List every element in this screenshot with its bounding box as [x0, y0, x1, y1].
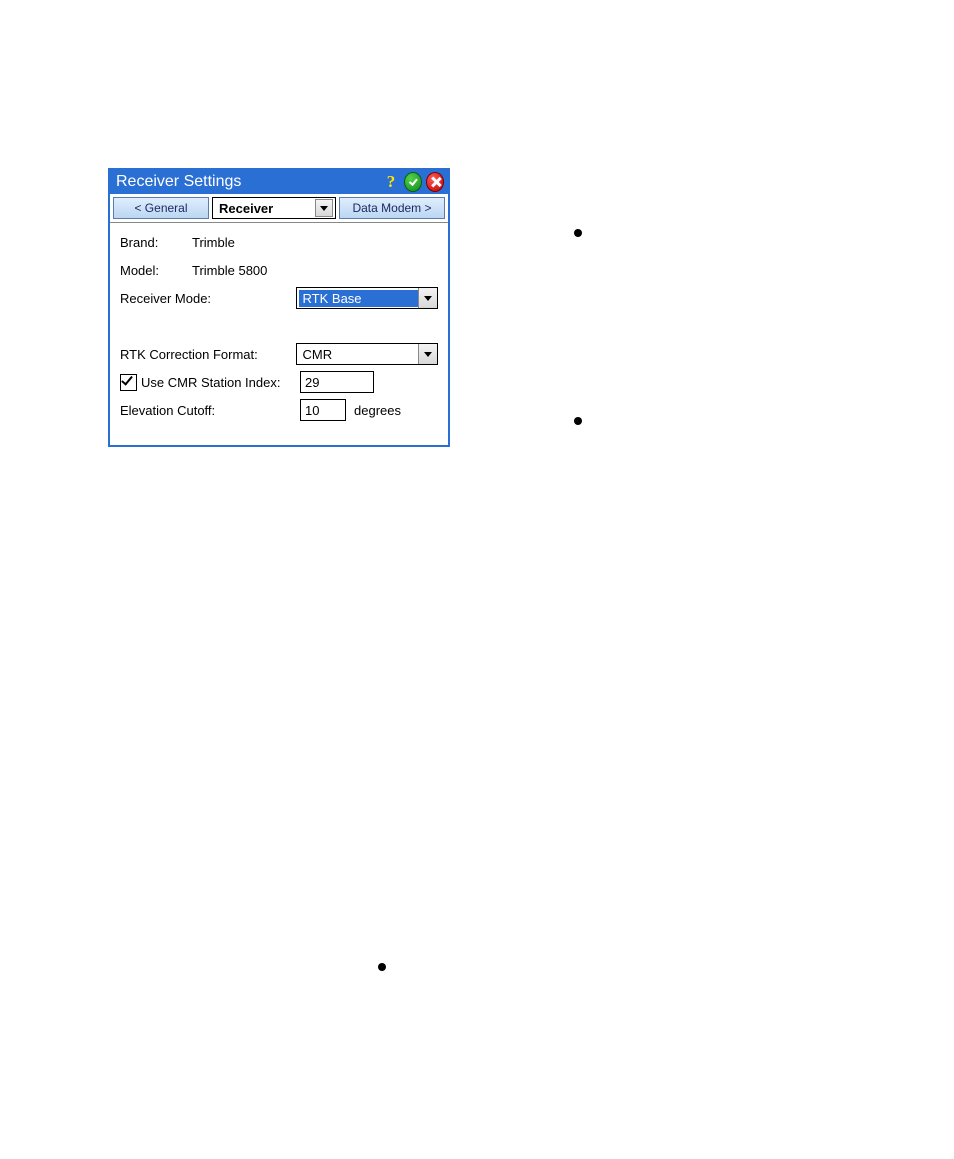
rtk-format-row: RTK Correction Format: CMR	[120, 343, 438, 365]
use-cmr-checkbox[interactable]	[120, 374, 137, 391]
dialog-content: Brand: Trimble Model: Trimble 5800 Recei…	[110, 223, 448, 445]
receiver-mode-select[interactable]: RTK Base	[296, 287, 438, 309]
help-icon[interactable]: ?	[382, 173, 400, 191]
elevation-cutoff-label: Elevation Cutoff:	[120, 403, 300, 418]
brand-label: Brand:	[120, 235, 192, 250]
chevron-down-icon	[418, 288, 437, 308]
ok-icon[interactable]	[404, 172, 422, 192]
elevation-cutoff-input[interactable]	[300, 399, 346, 421]
use-cmr-label: Use CMR Station Index:	[141, 375, 280, 390]
prev-tab-label: < General	[134, 201, 187, 215]
tab-bar: < General Receiver Data Modem >	[110, 194, 448, 223]
elevation-cutoff-unit: degrees	[354, 403, 401, 418]
receiver-mode-row: Receiver Mode: RTK Base	[120, 287, 438, 309]
cmr-index-input[interactable]	[300, 371, 374, 393]
next-tab-label: Data Modem >	[352, 201, 431, 215]
tab-select[interactable]: Receiver	[212, 197, 336, 219]
brand-value: Trimble	[192, 235, 235, 250]
dialog-title: Receiver Settings	[116, 173, 382, 191]
chevron-down-icon	[418, 344, 437, 364]
rtk-format-value: CMR	[299, 346, 418, 363]
titlebar-icon-group: ?	[382, 173, 444, 191]
chevron-down-icon	[315, 199, 333, 217]
brand-row: Brand: Trimble	[120, 231, 438, 253]
rtk-format-select[interactable]: CMR	[296, 343, 438, 365]
receiver-settings-dialog: Receiver Settings ? < General Receiver D…	[108, 168, 450, 447]
rtk-format-label: RTK Correction Format:	[120, 347, 296, 362]
dialog-titlebar: Receiver Settings ?	[110, 170, 448, 194]
next-tab-button[interactable]: Data Modem >	[339, 197, 445, 219]
tab-select-label: Receiver	[219, 201, 315, 216]
bullet-icon	[574, 229, 582, 237]
model-label: Model:	[120, 263, 192, 278]
close-icon[interactable]	[426, 172, 444, 192]
cmr-index-row: Use CMR Station Index:	[120, 371, 438, 393]
elevation-cutoff-row: Elevation Cutoff: degrees	[120, 399, 438, 421]
receiver-mode-value: RTK Base	[299, 290, 418, 307]
bullet-icon	[574, 417, 582, 425]
model-row: Model: Trimble 5800	[120, 259, 438, 281]
receiver-mode-label: Receiver Mode:	[120, 291, 296, 306]
prev-tab-button[interactable]: < General	[113, 197, 209, 219]
model-value: Trimble 5800	[192, 263, 267, 278]
bullet-icon	[378, 963, 386, 971]
